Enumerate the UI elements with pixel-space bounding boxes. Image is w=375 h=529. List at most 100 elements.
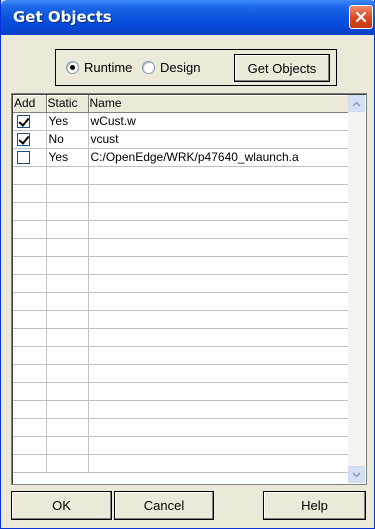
static-cell: [46, 256, 89, 275]
add-cell[interactable]: [13, 148, 47, 167]
name-cell: [88, 202, 351, 221]
empty-table-row[interactable]: [13, 256, 351, 275]
objects-grid[interactable]: Add Static Name Yes wCust.w No vcust Yes C:/O…: [11, 93, 367, 485]
table-header-row: Add Static Name: [13, 95, 351, 113]
add-cell[interactable]: [13, 364, 47, 383]
name-cell: [88, 184, 351, 203]
static-cell: [46, 382, 89, 401]
radio-selected-dot: [70, 65, 75, 70]
get-objects-dialog: Get Objects Runtime Design Get Objects A…: [0, 0, 375, 529]
scroll-up-button[interactable]: [348, 95, 365, 112]
name-cell: [88, 310, 351, 329]
name-cell: wCust.w: [88, 112, 351, 131]
help-button[interactable]: Help: [263, 491, 366, 520]
name-cell: [88, 238, 351, 257]
empty-table-row[interactable]: [13, 346, 351, 365]
design-radio-label[interactable]: Design: [160, 60, 200, 75]
runtime-radio-label[interactable]: Runtime: [84, 60, 132, 75]
add-checkbox[interactable]: [17, 151, 30, 165]
objects-table: Add Static Name Yes wCust.w No vcust Yes C:/O…: [13, 95, 351, 473]
name-cell: [88, 454, 351, 473]
add-cell[interactable]: [13, 310, 47, 329]
title-bar[interactable]: Get Objects: [1, 0, 375, 35]
empty-table-row[interactable]: [13, 454, 351, 473]
cancel-button[interactable]: Cancel: [114, 491, 214, 520]
name-cell: [88, 346, 351, 365]
name-cell: [88, 220, 351, 239]
add-cell[interactable]: [13, 292, 47, 311]
scroll-down-button[interactable]: [348, 466, 365, 483]
name-cell: [88, 418, 351, 437]
add-cell[interactable]: [13, 238, 47, 257]
add-cell[interactable]: [13, 418, 47, 437]
name-cell: [88, 292, 351, 311]
add-cell[interactable]: [13, 112, 47, 131]
chevron-down-icon: [352, 471, 361, 478]
static-cell: [46, 418, 89, 437]
empty-table-row[interactable]: [13, 364, 351, 383]
static-cell: [46, 274, 89, 293]
column-header-name[interactable]: Name: [88, 95, 351, 113]
add-cell[interactable]: [13, 436, 47, 455]
empty-table-row[interactable]: [13, 166, 351, 185]
add-cell[interactable]: [13, 130, 47, 149]
table-row[interactable]: No vcust: [13, 130, 351, 149]
add-cell[interactable]: [13, 274, 47, 293]
static-cell: [46, 328, 89, 347]
add-cell[interactable]: [13, 256, 47, 275]
add-cell[interactable]: [13, 202, 47, 221]
add-cell[interactable]: [13, 166, 47, 185]
add-cell[interactable]: [13, 220, 47, 239]
empty-table-row[interactable]: [13, 436, 351, 455]
runtime-radio[interactable]: [66, 61, 79, 74]
static-cell: [46, 202, 89, 221]
close-button[interactable]: [349, 5, 373, 29]
table-row[interactable]: Yes C:/OpenEdge/WRK/p47640_wlaunch.a: [13, 148, 351, 167]
name-cell: [88, 328, 351, 347]
name-cell: C:/OpenEdge/WRK/p47640_wlaunch.a: [88, 148, 351, 167]
table-row[interactable]: Yes wCust.w: [13, 112, 351, 131]
name-cell: [88, 364, 351, 383]
chevron-up-icon: [352, 100, 361, 107]
static-cell: No: [46, 130, 89, 149]
column-header-static[interactable]: Static: [46, 95, 89, 113]
add-cell[interactable]: [13, 382, 47, 401]
add-cell[interactable]: [13, 454, 47, 473]
add-cell[interactable]: [13, 346, 47, 365]
static-cell: [46, 400, 89, 419]
empty-table-row[interactable]: [13, 202, 351, 221]
static-cell: Yes: [46, 148, 89, 167]
ok-button[interactable]: OK: [11, 491, 112, 520]
static-cell: [46, 310, 89, 329]
column-header-add[interactable]: Add: [13, 95, 47, 113]
static-cell: [46, 346, 89, 365]
empty-table-row[interactable]: [13, 310, 351, 329]
empty-table-row[interactable]: [13, 400, 351, 419]
add-cell[interactable]: [13, 184, 47, 203]
add-checkbox[interactable]: [17, 115, 30, 129]
empty-table-row[interactable]: [13, 292, 351, 311]
vertical-scrollbar[interactable]: [348, 95, 365, 483]
mode-panel: Runtime Design Get Objects: [55, 49, 337, 86]
name-cell: [88, 274, 351, 293]
name-cell: [88, 382, 351, 401]
design-radio[interactable]: [142, 61, 155, 74]
window-title: Get Objects: [13, 8, 112, 26]
get-objects-button[interactable]: Get Objects: [234, 54, 330, 82]
static-cell: Yes: [46, 112, 89, 131]
empty-table-row[interactable]: [13, 220, 351, 239]
empty-table-row[interactable]: [13, 382, 351, 401]
empty-table-row[interactable]: [13, 418, 351, 437]
name-cell: [88, 400, 351, 419]
static-cell: [46, 166, 89, 185]
empty-table-row[interactable]: [13, 184, 351, 203]
static-cell: [46, 436, 89, 455]
empty-table-row[interactable]: [13, 328, 351, 347]
empty-table-row[interactable]: [13, 238, 351, 257]
add-checkbox[interactable]: [17, 133, 30, 147]
static-cell: [46, 364, 89, 383]
add-cell[interactable]: [13, 400, 47, 419]
empty-table-row[interactable]: [13, 274, 351, 293]
static-cell: [46, 292, 89, 311]
add-cell[interactable]: [13, 328, 47, 347]
